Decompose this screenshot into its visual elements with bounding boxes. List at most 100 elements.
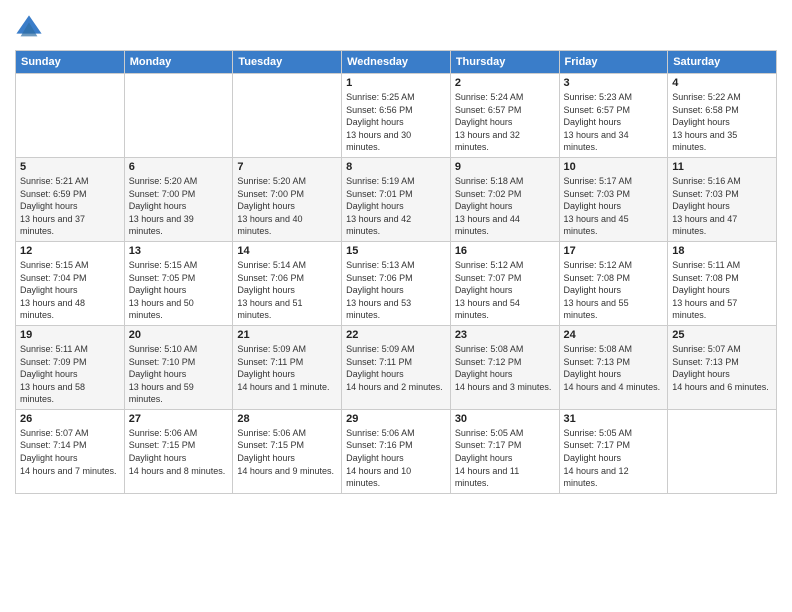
day-number: 3: [564, 77, 664, 89]
logo: [15, 14, 45, 42]
calendar-cell: 16 Sunrise: 5:12 AMSunset: 7:07 PMDaylig…: [450, 241, 559, 325]
calendar-cell: 31 Sunrise: 5:05 AMSunset: 7:17 PMDaylig…: [559, 409, 668, 493]
calendar-cell: 24 Sunrise: 5:08 AMSunset: 7:13 PMDaylig…: [559, 325, 668, 409]
day-info: Sunrise: 5:15 AMSunset: 7:04 PMDaylight …: [20, 260, 89, 320]
calendar-cell: 14 Sunrise: 5:14 AMSunset: 7:06 PMDaylig…: [233, 241, 342, 325]
day-number: 18: [672, 245, 772, 257]
calendar-cell: 20 Sunrise: 5:10 AMSunset: 7:10 PMDaylig…: [124, 325, 233, 409]
day-number: 27: [129, 413, 229, 425]
day-number: 5: [20, 161, 120, 173]
calendar-cell: 18 Sunrise: 5:11 AMSunset: 7:08 PMDaylig…: [668, 241, 777, 325]
calendar-week-1: 1 Sunrise: 5:25 AMSunset: 6:56 PMDayligh…: [16, 74, 777, 158]
weekday-thursday: Thursday: [450, 51, 559, 74]
day-number: 7: [237, 161, 337, 173]
day-number: 6: [129, 161, 229, 173]
calendar-cell: 8 Sunrise: 5:19 AMSunset: 7:01 PMDayligh…: [342, 157, 451, 241]
day-number: 8: [346, 161, 446, 173]
day-info: Sunrise: 5:11 AMSunset: 7:09 PMDaylight …: [20, 344, 88, 404]
weekday-sunday: Sunday: [16, 51, 125, 74]
day-info: Sunrise: 5:22 AMSunset: 6:58 PMDaylight …: [672, 92, 741, 152]
day-info: Sunrise: 5:14 AMSunset: 7:06 PMDaylight …: [237, 260, 306, 320]
day-info: Sunrise: 5:12 AMSunset: 7:07 PMDaylight …: [455, 260, 524, 320]
day-info: Sunrise: 5:07 AMSunset: 7:14 PMDaylight …: [20, 428, 117, 476]
day-info: Sunrise: 5:12 AMSunset: 7:08 PMDaylight …: [564, 260, 633, 320]
day-number: 2: [455, 77, 555, 89]
calendar-cell: 2 Sunrise: 5:24 AMSunset: 6:57 PMDayligh…: [450, 74, 559, 158]
calendar-table: SundayMondayTuesdayWednesdayThursdayFrid…: [15, 50, 777, 494]
day-info: Sunrise: 5:24 AMSunset: 6:57 PMDaylight …: [455, 92, 524, 152]
day-info: Sunrise: 5:06 AMSunset: 7:15 PMDaylight …: [129, 428, 226, 476]
calendar-cell: 9 Sunrise: 5:18 AMSunset: 7:02 PMDayligh…: [450, 157, 559, 241]
day-number: 14: [237, 245, 337, 257]
calendar-cell: 30 Sunrise: 5:05 AMSunset: 7:17 PMDaylig…: [450, 409, 559, 493]
day-number: 22: [346, 329, 446, 341]
day-number: 1: [346, 77, 446, 89]
calendar-cell: [124, 74, 233, 158]
day-info: Sunrise: 5:06 AMSunset: 7:15 PMDaylight …: [237, 428, 334, 476]
day-number: 20: [129, 329, 229, 341]
header: [15, 10, 777, 42]
weekday-saturday: Saturday: [668, 51, 777, 74]
day-number: 23: [455, 329, 555, 341]
day-info: Sunrise: 5:16 AMSunset: 7:03 PMDaylight …: [672, 176, 741, 236]
calendar-cell: 5 Sunrise: 5:21 AMSunset: 6:59 PMDayligh…: [16, 157, 125, 241]
calendar-week-5: 26 Sunrise: 5:07 AMSunset: 7:14 PMDaylig…: [16, 409, 777, 493]
day-info: Sunrise: 5:10 AMSunset: 7:10 PMDaylight …: [129, 344, 198, 404]
day-number: 30: [455, 413, 555, 425]
day-info: Sunrise: 5:25 AMSunset: 6:56 PMDaylight …: [346, 92, 415, 152]
day-info: Sunrise: 5:20 AMSunset: 7:00 PMDaylight …: [237, 176, 306, 236]
day-number: 29: [346, 413, 446, 425]
day-info: Sunrise: 5:09 AMSunset: 7:11 PMDaylight …: [237, 344, 329, 392]
calendar-cell: 29 Sunrise: 5:06 AMSunset: 7:16 PMDaylig…: [342, 409, 451, 493]
calendar-cell: 12 Sunrise: 5:15 AMSunset: 7:04 PMDaylig…: [16, 241, 125, 325]
weekday-wednesday: Wednesday: [342, 51, 451, 74]
calendar-cell: 1 Sunrise: 5:25 AMSunset: 6:56 PMDayligh…: [342, 74, 451, 158]
calendar-cell: 10 Sunrise: 5:17 AMSunset: 7:03 PMDaylig…: [559, 157, 668, 241]
day-number: 19: [20, 329, 120, 341]
calendar-cell: [16, 74, 125, 158]
day-info: Sunrise: 5:05 AMSunset: 7:17 PMDaylight …: [564, 428, 633, 488]
calendar-cell: [668, 409, 777, 493]
day-number: 17: [564, 245, 664, 257]
calendar-week-3: 12 Sunrise: 5:15 AMSunset: 7:04 PMDaylig…: [16, 241, 777, 325]
calendar-cell: 23 Sunrise: 5:08 AMSunset: 7:12 PMDaylig…: [450, 325, 559, 409]
day-info: Sunrise: 5:20 AMSunset: 7:00 PMDaylight …: [129, 176, 198, 236]
calendar-cell: 11 Sunrise: 5:16 AMSunset: 7:03 PMDaylig…: [668, 157, 777, 241]
day-number: 15: [346, 245, 446, 257]
day-number: 10: [564, 161, 664, 173]
calendar-cell: 13 Sunrise: 5:15 AMSunset: 7:05 PMDaylig…: [124, 241, 233, 325]
day-info: Sunrise: 5:19 AMSunset: 7:01 PMDaylight …: [346, 176, 415, 236]
day-info: Sunrise: 5:13 AMSunset: 7:06 PMDaylight …: [346, 260, 415, 320]
calendar-cell: 4 Sunrise: 5:22 AMSunset: 6:58 PMDayligh…: [668, 74, 777, 158]
day-number: 28: [237, 413, 337, 425]
day-number: 4: [672, 77, 772, 89]
day-info: Sunrise: 5:07 AMSunset: 7:13 PMDaylight …: [672, 344, 769, 392]
day-info: Sunrise: 5:09 AMSunset: 7:11 PMDaylight …: [346, 344, 443, 392]
calendar-week-2: 5 Sunrise: 5:21 AMSunset: 6:59 PMDayligh…: [16, 157, 777, 241]
calendar-cell: 27 Sunrise: 5:06 AMSunset: 7:15 PMDaylig…: [124, 409, 233, 493]
logo-icon: [15, 14, 43, 42]
day-info: Sunrise: 5:06 AMSunset: 7:16 PMDaylight …: [346, 428, 415, 488]
day-info: Sunrise: 5:17 AMSunset: 7:03 PMDaylight …: [564, 176, 633, 236]
day-number: 12: [20, 245, 120, 257]
day-info: Sunrise: 5:21 AMSunset: 6:59 PMDaylight …: [20, 176, 89, 236]
calendar-cell: 26 Sunrise: 5:07 AMSunset: 7:14 PMDaylig…: [16, 409, 125, 493]
weekday-header-row: SundayMondayTuesdayWednesdayThursdayFrid…: [16, 51, 777, 74]
calendar-cell: 28 Sunrise: 5:06 AMSunset: 7:15 PMDaylig…: [233, 409, 342, 493]
weekday-tuesday: Tuesday: [233, 51, 342, 74]
calendar-week-4: 19 Sunrise: 5:11 AMSunset: 7:09 PMDaylig…: [16, 325, 777, 409]
calendar-cell: 22 Sunrise: 5:09 AMSunset: 7:11 PMDaylig…: [342, 325, 451, 409]
calendar-cell: 6 Sunrise: 5:20 AMSunset: 7:00 PMDayligh…: [124, 157, 233, 241]
day-number: 25: [672, 329, 772, 341]
day-number: 24: [564, 329, 664, 341]
day-info: Sunrise: 5:23 AMSunset: 6:57 PMDaylight …: [564, 92, 633, 152]
day-info: Sunrise: 5:15 AMSunset: 7:05 PMDaylight …: [129, 260, 198, 320]
calendar-cell: [233, 74, 342, 158]
day-info: Sunrise: 5:11 AMSunset: 7:08 PMDaylight …: [672, 260, 740, 320]
day-number: 26: [20, 413, 120, 425]
calendar-cell: 25 Sunrise: 5:07 AMSunset: 7:13 PMDaylig…: [668, 325, 777, 409]
calendar-cell: 7 Sunrise: 5:20 AMSunset: 7:00 PMDayligh…: [233, 157, 342, 241]
weekday-monday: Monday: [124, 51, 233, 74]
day-info: Sunrise: 5:08 AMSunset: 7:12 PMDaylight …: [455, 344, 552, 392]
day-number: 9: [455, 161, 555, 173]
